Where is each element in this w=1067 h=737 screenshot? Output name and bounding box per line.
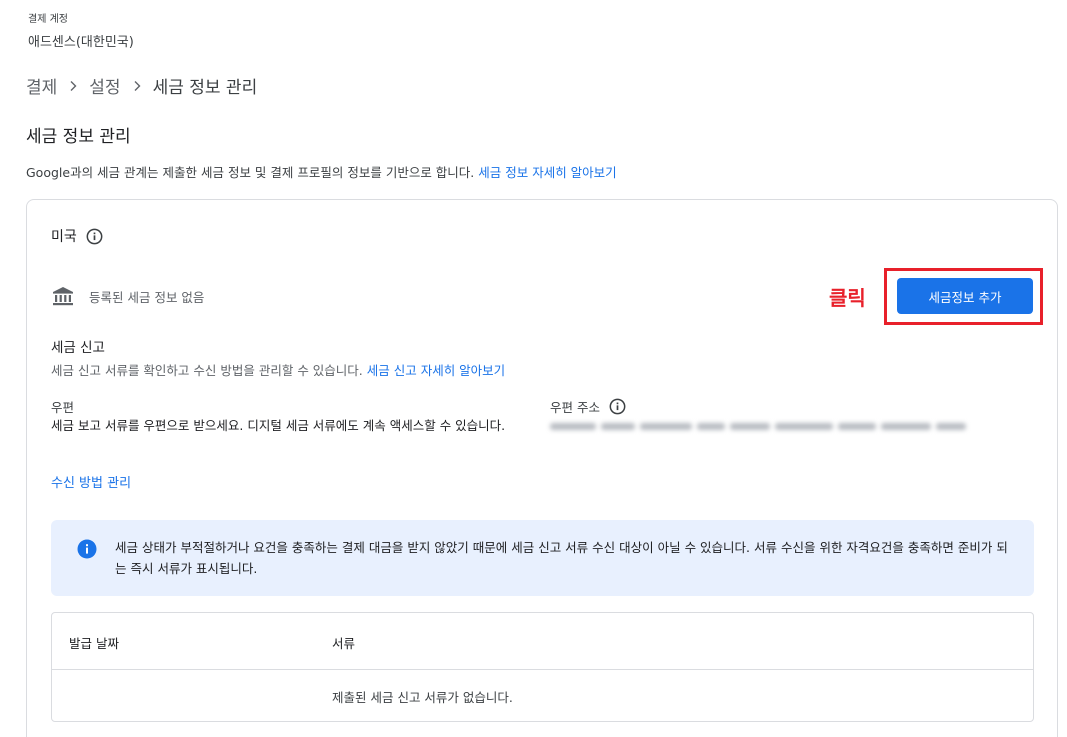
intro-description: Google과의 세금 관계는 제출한 세금 정보 및 결제 프로필의 정보를 …	[26, 165, 479, 180]
bank-icon	[51, 285, 75, 307]
mailing-address-blurred	[550, 419, 968, 433]
table-empty-message: 제출된 세금 신고 서류가 없습니다.	[332, 690, 513, 705]
tax-status-row: 등록된 세금 정보 없음	[51, 285, 204, 307]
add-tax-info-button[interactable]: 세금정보 추가	[897, 278, 1033, 314]
breadcrumb: 결제 설정 세금 정보 관리	[26, 73, 257, 98]
chevron-right-icon	[121, 80, 153, 92]
manage-delivery-method-link[interactable]: 수신 방법 관리	[51, 472, 131, 491]
eligibility-notice-text: 세금 상태가 부적절하거나 요건을 충족하는 결제 대금을 받지 않았기 때문에…	[115, 540, 1008, 576]
tax-documents-table: 발급 날짜 서류 제출된 세금 신고 서류가 없습니다.	[51, 612, 1034, 722]
tax-status-text: 등록된 세금 정보 없음	[89, 289, 205, 305]
mailing-address-label-text: 우편 주소	[550, 400, 600, 415]
country-name: 미국	[51, 229, 77, 245]
mailing-address-label: 우편 주소	[550, 397, 626, 416]
tax-info-card: 미국 등록된 세금 정보 없음 클릭 세금정보 추가 세금 신고 세금 신고 서…	[26, 199, 1058, 737]
page-title: 세금 정보 관리	[26, 127, 131, 147]
annotation-click-label: 클릭	[829, 286, 866, 310]
breadcrumb-settings[interactable]: 설정	[89, 73, 120, 98]
tax-filing-desc-text: 세금 신고 서류를 확인하고 수신 방법을 관리할 수 있습니다.	[51, 363, 367, 378]
billing-account-label: 결제 계정	[28, 14, 68, 25]
info-filled-icon	[77, 539, 97, 559]
mail-description: 세금 보고 서류를 우편으로 받으세요. 디지털 세금 서류에도 계속 액세스할…	[51, 418, 506, 433]
info-circle-icon[interactable]	[609, 398, 626, 415]
column-header-document[interactable]: 서류	[332, 633, 355, 652]
info-circle-icon[interactable]	[86, 228, 103, 245]
country-row: 미국	[51, 226, 103, 246]
tax-filing-learn-more-link[interactable]: 세금 신고 자세히 알아보기	[367, 363, 505, 378]
intro-text: Google과의 세금 관계는 제출한 세금 정보 및 결제 프로필의 정보를 …	[26, 162, 617, 181]
table-header: 발급 날짜 서류	[52, 613, 1033, 670]
tax-filing-description: 세금 신고 서류를 확인하고 수신 방법을 관리할 수 있습니다. 세금 신고 …	[51, 360, 505, 379]
breadcrumb-current: 세금 정보 관리	[152, 78, 258, 98]
eligibility-notice: 세금 상태가 부적절하거나 요건을 충족하는 결제 대금을 받지 않았기 때문에…	[51, 520, 1034, 596]
tax-info-page: 결제 계정 애드센스(대한민국) 결제 설정 세금 정보 관리 세금 정보 관리…	[0, 0, 1067, 737]
column-header-issue-date[interactable]: 발급 날짜	[69, 633, 119, 652]
chevron-right-icon	[57, 80, 89, 92]
breadcrumb-billing[interactable]: 결제	[26, 73, 57, 98]
tax-filing-title: 세금 신고	[51, 340, 105, 356]
tax-info-learn-more-link[interactable]: 세금 정보 자세히 알아보기	[478, 165, 616, 180]
mail-label: 우편	[51, 400, 75, 415]
billing-account-name[interactable]: 애드센스(대한민국)	[28, 31, 134, 50]
